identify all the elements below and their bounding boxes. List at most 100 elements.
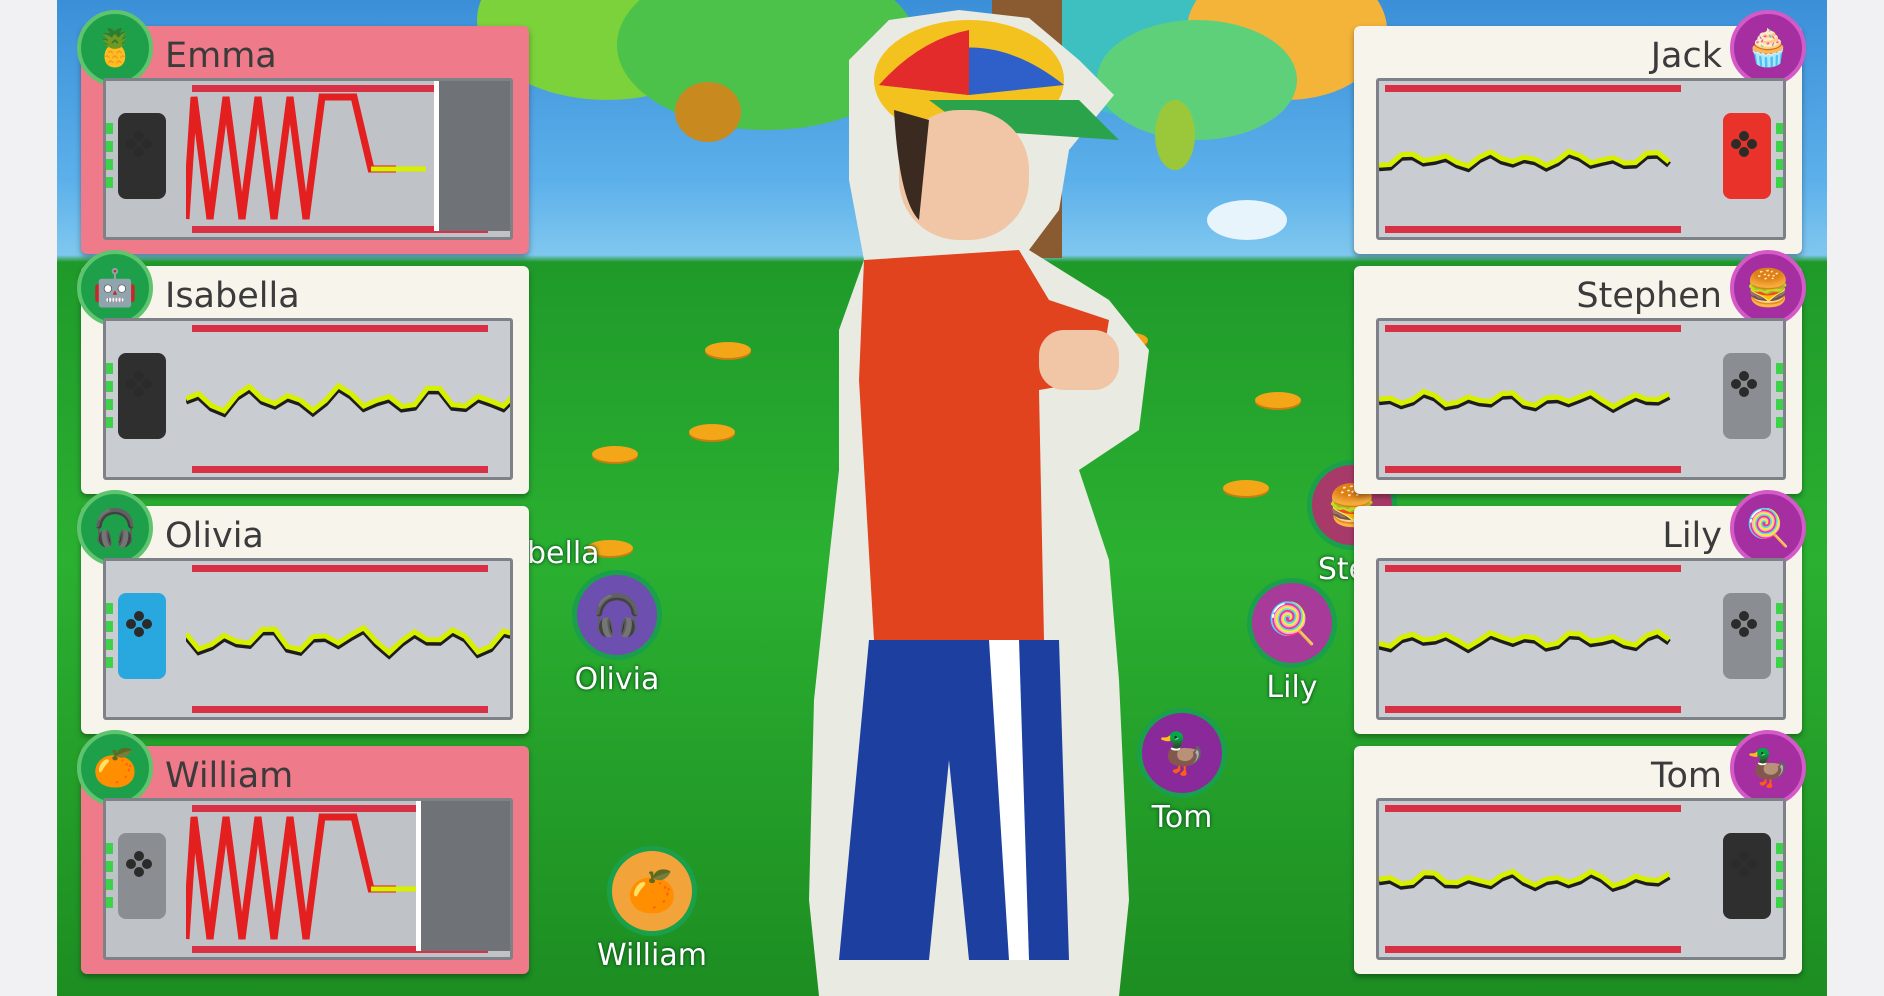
player-led	[106, 417, 113, 428]
joycon-icon	[1723, 833, 1783, 919]
field-disc	[1255, 392, 1301, 408]
player-led	[1776, 897, 1783, 908]
lollipop-icon: 🍭	[1730, 490, 1806, 566]
motion-graph-screen	[103, 798, 513, 960]
player-panel: Lily 🍭	[1354, 490, 1806, 734]
grapefruit-mustache-icon: 🍊	[77, 730, 153, 806]
joycon-button	[1739, 147, 1749, 157]
joycon-button	[1731, 139, 1741, 149]
field-pointer-label: Olivia	[574, 662, 660, 697]
player-panel: Olivia 🎧	[77, 490, 529, 734]
player-panel: Emma 🍍	[77, 10, 529, 254]
player-led	[106, 861, 113, 872]
player-led	[1776, 603, 1783, 614]
player-led	[106, 639, 113, 650]
player-name: Stephen	[1576, 276, 1722, 316]
motion-trace	[1379, 148, 1671, 173]
robot-icon: 🤖	[77, 250, 153, 326]
field-disc	[689, 424, 735, 440]
player-led	[106, 621, 113, 632]
player-led	[106, 879, 113, 890]
player-led	[106, 141, 113, 152]
headphones-ball-icon: 🎧	[572, 570, 662, 660]
field-pointer-isabella: bella	[527, 450, 600, 571]
joycon-button	[142, 619, 152, 629]
joycon-button	[1731, 859, 1741, 869]
joycon-button	[1731, 619, 1741, 629]
rubber-duck-icon: 🦆	[1730, 730, 1806, 806]
joycon-button	[1747, 379, 1757, 389]
field-disc	[705, 342, 751, 358]
player-led	[1776, 621, 1783, 632]
bug-icon	[675, 82, 741, 142]
motion-trace	[1379, 628, 1671, 654]
field-pointer-label: Lily	[1266, 670, 1318, 705]
motion-trace	[186, 382, 510, 418]
joycon-button	[1747, 859, 1757, 869]
joycon-button	[1739, 867, 1749, 877]
player-led	[1776, 399, 1783, 410]
joycon-button	[134, 867, 144, 877]
joycon-button	[142, 139, 152, 149]
joycon-button	[1739, 387, 1749, 397]
joycon-button	[1739, 627, 1749, 637]
field-pointer-william: 🍊 William	[597, 846, 707, 973]
player-name: Isabella	[165, 276, 300, 316]
hamburger-icon: 🍔	[1730, 250, 1806, 326]
player-led	[106, 159, 113, 170]
player-led	[1776, 123, 1783, 134]
inactive-region	[439, 81, 510, 231]
joycon-button	[126, 619, 136, 629]
inactive-region	[421, 801, 510, 951]
joycon-button	[126, 379, 136, 389]
game-stage: bella 🎧 Olivia 🍊 William 🍔 Step 🍭 Lily 🦆…	[57, 0, 1827, 996]
player-led	[106, 381, 113, 392]
joycon-button	[142, 859, 152, 869]
motion-graph-screen	[1376, 798, 1786, 960]
motion-graph-screen	[103, 318, 513, 480]
player-led	[1776, 381, 1783, 392]
player-name: Tom	[1651, 756, 1722, 796]
cloud-icon	[1207, 200, 1287, 240]
joycon-button	[134, 387, 144, 397]
player-led	[106, 897, 113, 908]
joycon-icon	[106, 593, 166, 679]
player-name: Lily	[1662, 516, 1722, 556]
player-led	[106, 177, 113, 188]
joycon-icon	[1723, 353, 1783, 439]
field-pointer-olivia: 🎧 Olivia	[572, 570, 662, 697]
player-led	[106, 399, 113, 410]
joycon-button	[1747, 619, 1757, 629]
player-led	[1776, 657, 1783, 668]
player-led	[1776, 639, 1783, 650]
motion-trace-line	[186, 813, 396, 940]
player-led	[106, 363, 113, 374]
joycon-icon	[1723, 113, 1783, 199]
joycon-icon	[106, 353, 166, 439]
motion-trace	[186, 81, 510, 231]
grapefruit-mustache-icon: 🍊	[606, 846, 697, 936]
player-led	[106, 843, 113, 854]
motion-trace	[186, 624, 510, 660]
player-led	[1776, 879, 1783, 890]
player-photo	[809, 10, 1149, 996]
field-disc	[1223, 480, 1269, 496]
player-led	[1776, 177, 1783, 188]
motion-graph-screen	[1376, 318, 1786, 480]
field-pointer-label: bella	[527, 536, 600, 571]
joycon-button	[1747, 139, 1757, 149]
joycon-icon	[1723, 593, 1783, 679]
player-led	[106, 123, 113, 134]
player-led	[1776, 159, 1783, 170]
joycon-button	[126, 859, 136, 869]
motion-trace	[186, 801, 510, 951]
player-led	[106, 657, 113, 668]
lollipop-icon: 🍭	[1247, 578, 1337, 668]
motion-trace-line	[186, 93, 396, 220]
player-name: William	[165, 756, 294, 796]
player-panel: Stephen 🍔	[1354, 250, 1806, 494]
motion-graph-screen	[1376, 558, 1786, 720]
headphones-ball-icon: 🎧	[77, 490, 153, 566]
player-led	[1776, 843, 1783, 854]
cupcake-icon: 🧁	[1730, 10, 1806, 86]
